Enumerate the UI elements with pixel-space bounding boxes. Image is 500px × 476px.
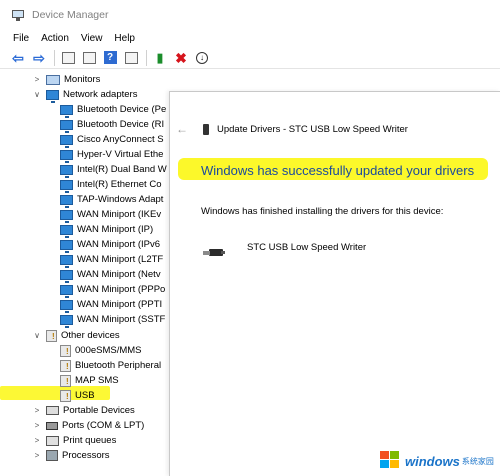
usb-device-icon xyxy=(203,124,209,135)
scan-icon[interactable] xyxy=(123,50,139,66)
monitor-icon xyxy=(46,74,60,85)
warning-device-icon xyxy=(60,374,71,387)
usb-cable-icon xyxy=(203,249,225,256)
collapse-icon[interactable]: ∨ xyxy=(32,90,42,99)
back-arrow-icon[interactable]: ⇦ xyxy=(10,50,26,66)
tree-item-network[interactable]: Bluetooth Device (Pe xyxy=(60,102,166,118)
network-adapter-icon xyxy=(60,239,73,253)
finished-message: Windows has finished installing the driv… xyxy=(201,206,444,217)
processor-icon xyxy=(46,450,58,461)
tree-item-network[interactable]: WAN Miniport (IPv6 xyxy=(60,237,160,253)
tree-item-network[interactable]: Cisco AnyConnect S xyxy=(60,132,164,148)
title-bar: Device Manager xyxy=(0,0,500,30)
tree-item-network[interactable]: WAN Miniport (Netv xyxy=(60,267,161,283)
menu-view[interactable]: View xyxy=(75,33,109,44)
dialog-title: Update Drivers - STC USB Low Speed Write… xyxy=(217,124,408,135)
tree-item-network[interactable]: Intel(R) Ethernet Co xyxy=(60,177,161,193)
network-adapter-icon xyxy=(60,269,73,283)
network-adapter-icon xyxy=(46,89,59,103)
tree-category-portable-devices[interactable]: > Portable Devices xyxy=(32,403,135,418)
tree-item-network[interactable]: WAN Miniport (IP) xyxy=(60,222,153,238)
tree-item-network[interactable]: WAN Miniport (L2TF xyxy=(60,252,163,268)
success-message: Windows has successfully updated your dr… xyxy=(201,163,475,178)
uninstall-icon[interactable]: ✖ xyxy=(173,50,189,66)
tree-item-other[interactable]: Bluetooth Peripheral xyxy=(60,358,161,373)
help-icon[interactable]: ? xyxy=(102,50,118,66)
tree-category-ports[interactable]: > Ports (COM & LPT) xyxy=(32,418,145,433)
tree-category-monitors[interactable]: > Monitors xyxy=(32,72,101,87)
network-adapter-icon xyxy=(60,119,73,133)
network-adapter-icon xyxy=(60,254,73,268)
tree-item-network[interactable]: WAN Miniport (IKEv xyxy=(60,207,161,223)
toolbar-separator xyxy=(54,49,55,66)
tree-category-processors[interactable]: > Processors xyxy=(32,448,110,463)
network-adapter-icon xyxy=(60,179,73,193)
windows-logo-icon xyxy=(380,451,402,471)
expand-icon[interactable]: > xyxy=(32,436,42,445)
watermark: windows 系统家园 xyxy=(380,446,500,476)
network-adapter-icon xyxy=(60,314,73,328)
device-manager-icon xyxy=(12,9,24,21)
tree-category-other-devices[interactable]: ∨ Other devices xyxy=(32,328,120,343)
tree-item-other[interactable]: MAP SMS xyxy=(60,373,119,388)
forward-arrow-icon[interactable]: ⇨ xyxy=(31,50,47,66)
warning-device-icon xyxy=(60,359,71,372)
tree-item-network[interactable]: WAN Miniport (SSTF xyxy=(60,312,165,328)
toolbar: ⇦ ⇨ ? ▮ ✖ ↓ xyxy=(0,47,500,69)
device-name: STC USB Low Speed Writer xyxy=(247,242,367,253)
warning-device-icon xyxy=(60,344,71,357)
collapse-icon[interactable]: ∨ xyxy=(32,331,42,340)
menu-action[interactable]: Action xyxy=(35,33,75,44)
tree-item-network[interactable]: Hyper-V Virtual Ethe xyxy=(60,147,163,163)
warning-device-icon xyxy=(60,389,71,402)
network-adapter-icon xyxy=(60,194,73,208)
properties-icon[interactable] xyxy=(60,50,76,66)
expand-icon[interactable]: > xyxy=(32,451,42,460)
update-drivers-dialog: ← Update Drivers - STC USB Low Speed Wri… xyxy=(169,91,500,476)
network-adapter-icon xyxy=(60,284,73,298)
expand-icon[interactable]: > xyxy=(32,421,42,430)
watermark-cn: 系统家园 xyxy=(461,456,494,466)
menu-file[interactable]: File xyxy=(7,33,35,44)
view-icon[interactable] xyxy=(81,50,97,66)
tree-item-usb[interactable]: USB xyxy=(60,388,95,403)
disable-icon[interactable]: ↓ xyxy=(194,50,210,66)
back-arrow-icon[interactable]: ← xyxy=(176,122,188,136)
tree-item-network[interactable]: Bluetooth Device (RI xyxy=(60,117,164,133)
expand-icon[interactable]: > xyxy=(32,406,42,415)
network-adapter-icon xyxy=(60,104,73,118)
portable-device-icon xyxy=(46,406,59,415)
network-adapter-icon xyxy=(60,224,73,238)
menu-help[interactable]: Help xyxy=(108,33,141,44)
printer-icon xyxy=(46,435,59,446)
tree-item-other[interactable]: 000eSMS/MMS xyxy=(60,343,142,358)
network-adapter-icon xyxy=(60,134,73,148)
network-adapter-icon xyxy=(60,209,73,223)
tree-item-network[interactable]: TAP-Windows Adapt xyxy=(60,192,163,208)
window-title: Device Manager xyxy=(32,9,109,21)
tree-item-network[interactable]: WAN Miniport (PPPo xyxy=(60,282,165,298)
unknown-device-icon xyxy=(46,329,57,342)
port-icon xyxy=(46,421,58,430)
tree-category-print-queues[interactable]: > Print queues xyxy=(32,433,117,448)
network-adapter-icon xyxy=(60,149,73,163)
expand-icon[interactable]: > xyxy=(32,75,42,84)
device-tree: > Monitors ∨ Network adapters Bluetooth … xyxy=(0,72,170,476)
toolbar-separator xyxy=(146,49,147,66)
network-adapter-icon xyxy=(60,299,73,313)
tree-item-network[interactable]: WAN Miniport (PPTI xyxy=(60,297,162,313)
watermark-text: windows xyxy=(405,453,460,469)
update-driver-icon[interactable]: ▮ xyxy=(152,50,168,66)
network-adapter-icon xyxy=(60,164,73,178)
tree-category-network-adapters[interactable]: ∨ Network adapters xyxy=(32,87,137,103)
menu-bar: File Action View Help xyxy=(0,30,500,46)
tree-item-network[interactable]: Intel(R) Dual Band W xyxy=(60,162,167,178)
